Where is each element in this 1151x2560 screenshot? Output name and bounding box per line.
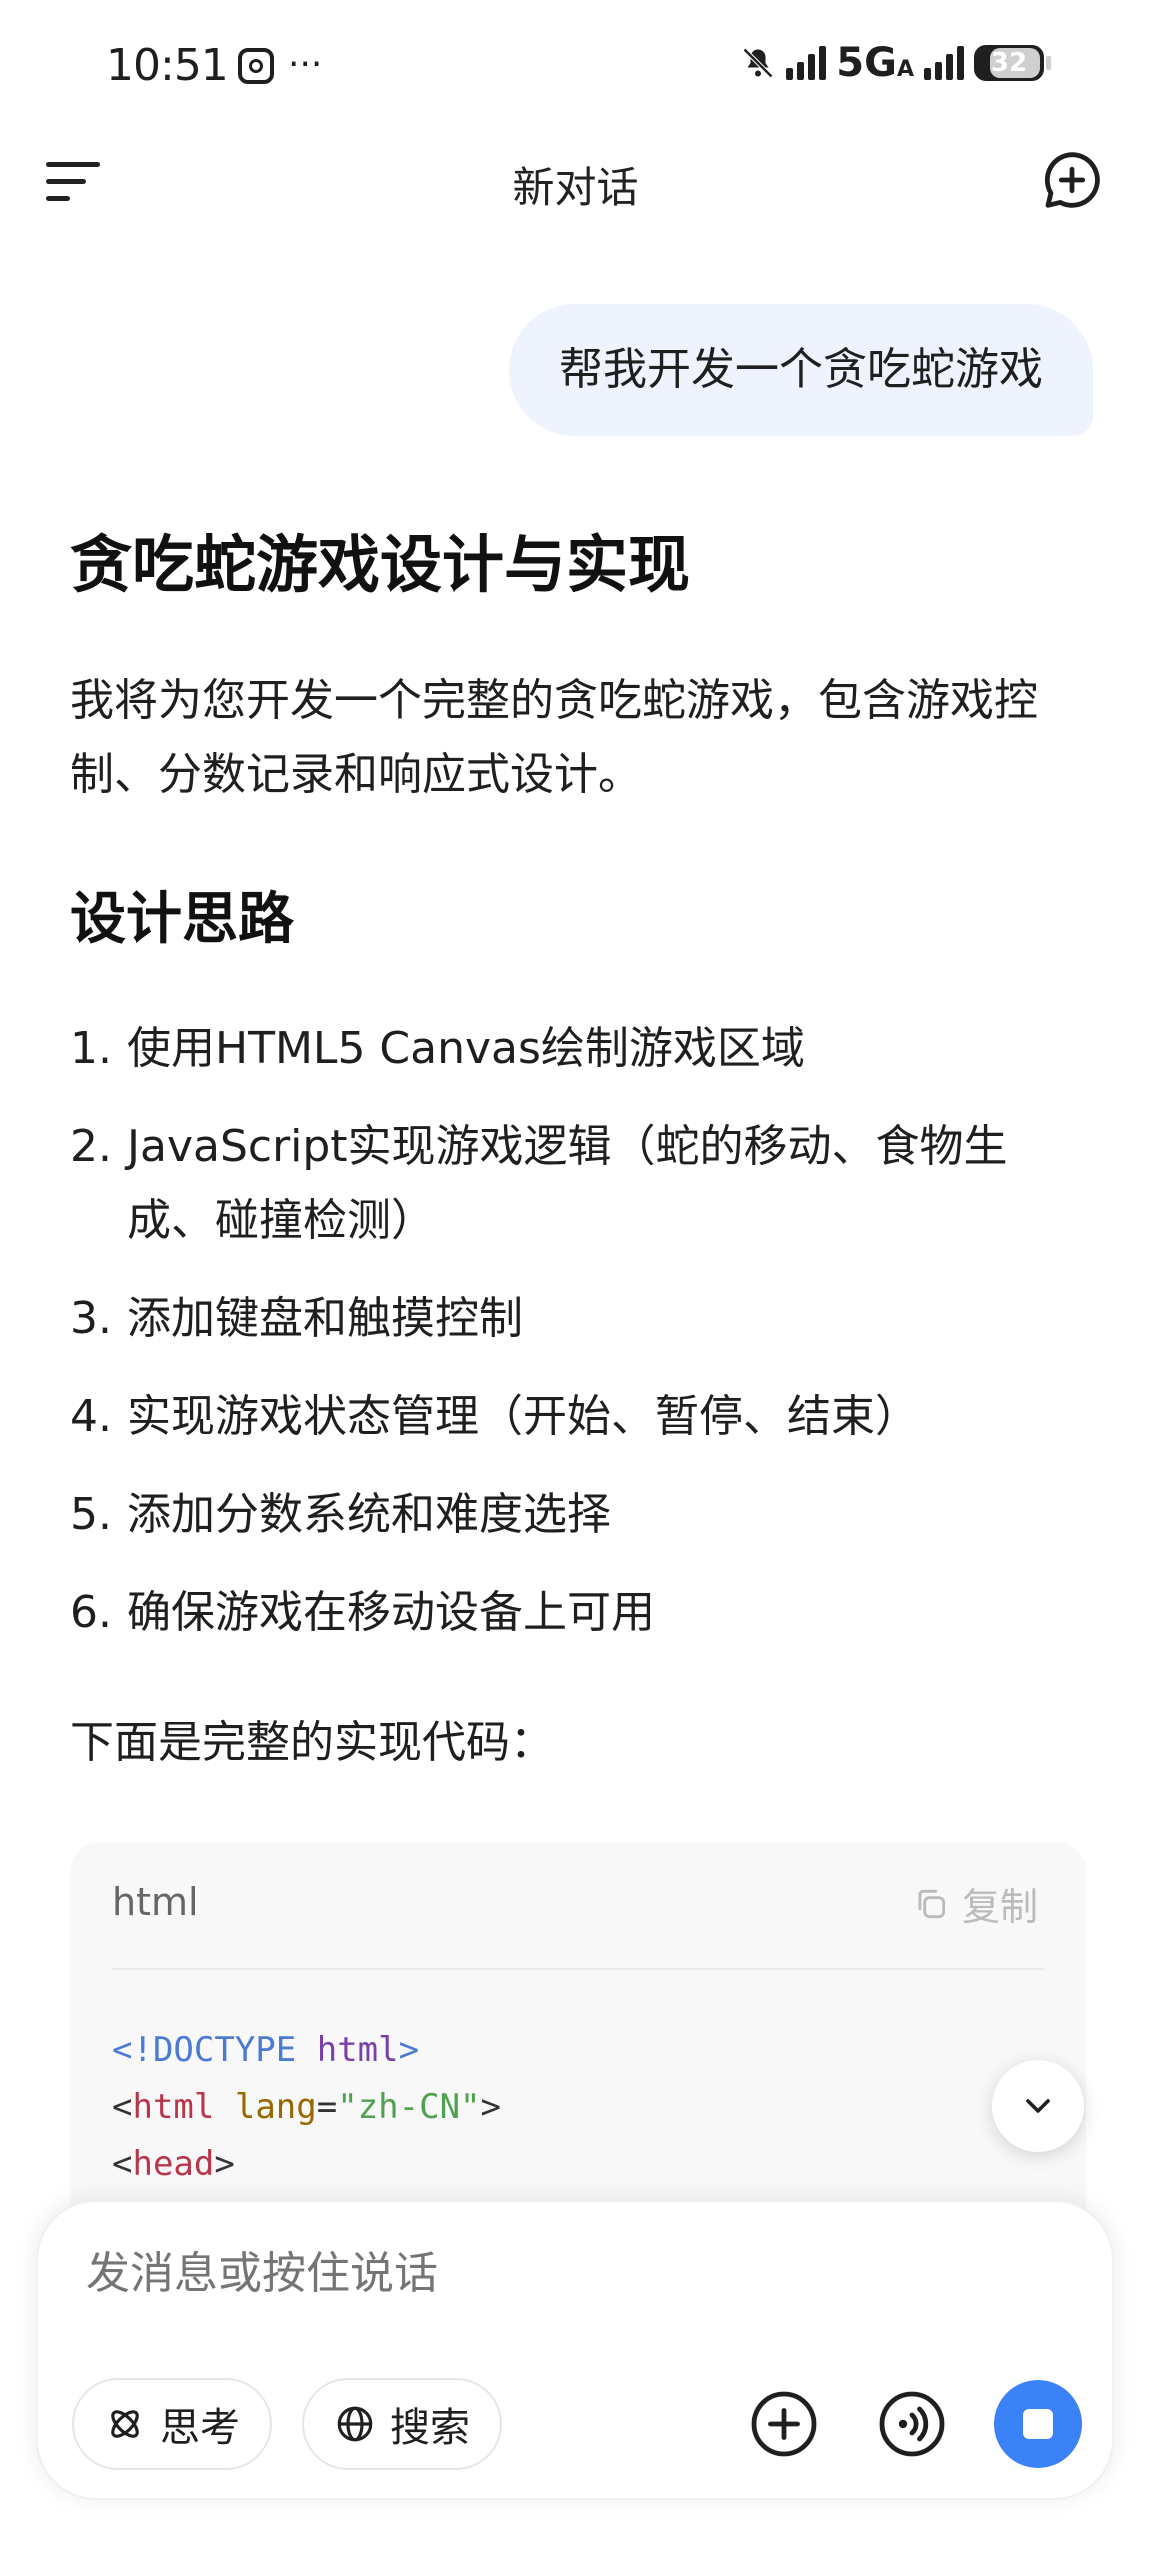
- page-title: 新对话: [512, 163, 639, 212]
- search-label: 搜索: [390, 2405, 470, 2451]
- think-label: 思考: [160, 2405, 240, 2451]
- think-icon: [111, 2410, 139, 2438]
- add-attachment-button[interactable]: [744, 2384, 824, 2464]
- message-input[interactable]: [86, 2248, 986, 2299]
- scroll-to-bottom-button[interactable]: [992, 2060, 1084, 2152]
- battery-icon: 32: [974, 45, 1044, 81]
- mute-icon: [743, 47, 774, 79]
- voice-call-icon: [879, 2391, 945, 2457]
- plus-icon: [751, 2391, 817, 2457]
- chevron-down-icon: [1026, 2099, 1050, 2113]
- globe-icon: [337, 2406, 373, 2442]
- code-line: <head>: [112, 2144, 235, 2184]
- code-line: <!DOCTYPE html>: [112, 2030, 420, 2070]
- signal-icon: [786, 46, 827, 80]
- code-divider: [112, 1968, 1044, 1970]
- list-item: 6. 确保游戏在移动设备上可用: [70, 1587, 655, 1638]
- copy-icon: [918, 1889, 946, 1918]
- signal-icon-2: [924, 46, 964, 80]
- search-toggle[interactable]: 搜索: [302, 2378, 502, 2470]
- stop-icon: [1023, 2409, 1053, 2439]
- list-item: 5. 添加分数系统和难度选择: [70, 1489, 611, 1540]
- response-intro: 我将为您开发一个完整的贪吃蛇游戏，包含游戏控制、分数记录和响应式设计。: [70, 675, 1038, 800]
- code-content: <!DOCTYPE html> <html lang="zh-CN"> <head>: [112, 2022, 501, 2193]
- message-composer: 思考 搜索: [36, 2200, 1114, 2500]
- list-item: 4. 实现游戏状态管理（开始、暂停、结束）: [70, 1391, 919, 1442]
- battery-tip: [1046, 56, 1051, 70]
- code-line: <html lang="zh-CN">: [112, 2087, 502, 2127]
- list-item: 1. 使用HTML5 Canvas绘制游戏区域: [70, 1023, 805, 1074]
- design-list: 1. 使用HTML5 Canvas绘制游戏区域 2. JavaScript实现游戏逻…: [70, 1012, 1090, 1674]
- status-more: ···: [288, 44, 323, 85]
- app-notification-icon: [238, 48, 274, 84]
- think-toggle[interactable]: 思考: [72, 2378, 272, 2470]
- code-intro: 下面是完整的实现代码：: [70, 1717, 554, 1768]
- voice-call-button[interactable]: [872, 2384, 952, 2464]
- network-type: 5GA: [836, 40, 914, 86]
- stop-button[interactable]: [994, 2380, 1082, 2468]
- response-title: 贪吃蛇游戏设计与实现: [70, 528, 691, 601]
- status-indicators: 5GA 32: [740, 40, 1051, 86]
- new-chat-icon[interactable]: [1040, 148, 1104, 216]
- status-time: 10:51: [106, 40, 229, 91]
- user-message-bubble: 帮我开发一个贪吃蛇游戏: [509, 304, 1093, 436]
- list-item: 3. 添加键盘和触摸控制: [70, 1293, 523, 1344]
- copy-label: 复制: [961, 1885, 1038, 1929]
- list-item: 2. JavaScript实现游戏逻辑（蛇的移动、食物生成、碰撞检测）: [70, 1121, 1008, 1246]
- copy-button[interactable]: 复制: [912, 1876, 1038, 1931]
- code-language-label: html: [112, 1880, 199, 1924]
- section-title: 设计思路: [70, 887, 294, 952]
